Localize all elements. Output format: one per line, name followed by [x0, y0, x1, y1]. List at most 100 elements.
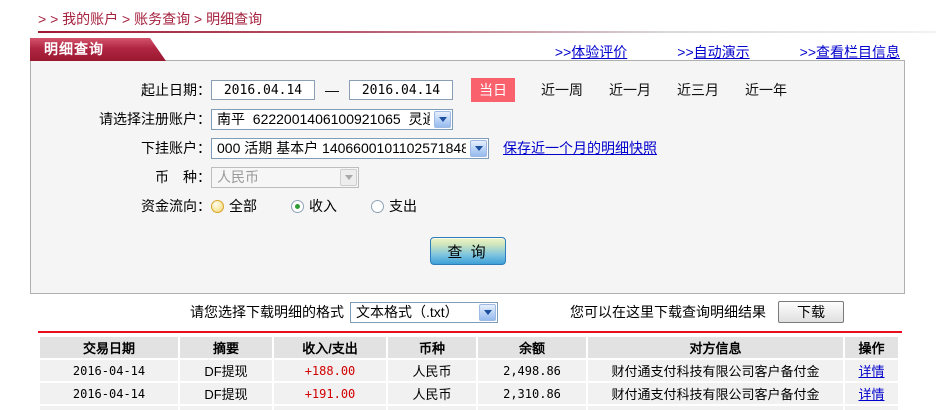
table-row: 2016-04-14 DF提现 +191.00 人民币 2,310.86 财付通支付科技有…: [40, 383, 898, 404]
cell-summary: DF提现: [180, 383, 272, 404]
sub-account-row: 下挂账户： 000 活期 基本户 1406600101102571848 保存近…: [31, 137, 904, 159]
breadcrumb-item-account-query[interactable]: 账务查询: [134, 11, 190, 27]
header-counterparty: 对方信息: [588, 337, 843, 358]
cell-action: 详情: [845, 360, 898, 381]
breadcrumb-item-detail-query: 明细查询: [206, 11, 263, 27]
download-format-label: 请您选择下载明细的格式: [190, 304, 344, 320]
cell-summary: DF提现: [180, 360, 272, 381]
table-row: 2016-04-14DF提现+183.00人民币2,119.86财付通支付科技有…: [40, 406, 898, 410]
cell-date: 2016-04-14: [40, 406, 178, 410]
date-range-label: 起止日期：: [141, 82, 211, 98]
download-hint: 您可以在这里下载查询明细结果: [570, 304, 766, 320]
header-currency: 币种: [388, 337, 476, 358]
column-info-link[interactable]: >>查看栏目信息: [800, 42, 900, 62]
breadcrumb: > > 我的账户 > 账务查询 > 明细查询: [38, 9, 262, 29]
download-format-value: 文本格式（.txt）: [356, 304, 459, 320]
cell-currency: 人民币: [388, 383, 476, 404]
radio-icon: [371, 199, 384, 213]
cell-amount: +191.00: [274, 383, 386, 404]
radio-checked-icon: [291, 199, 304, 213]
flow-radio-expense-label: 支出: [389, 198, 417, 214]
cell-date: 2016-04-14: [40, 360, 178, 381]
page: > > 我的账户 > 账务查询 > 明细查询 明细查询 >>体验评价 >>自动演…: [0, 0, 936, 410]
sub-account-select[interactable]: 000 活期 基本户 1406600101102571848: [211, 137, 489, 159]
header-action: 操作: [845, 337, 898, 358]
date-range-row: 起止日期： — 当日 近一周 近一月 近三月 近一年: [31, 78, 904, 102]
cell-balance: 2,119.86: [478, 406, 586, 410]
currency-value: 人民币: [217, 169, 259, 185]
cell-action: 详情: [845, 383, 898, 404]
currency-label: 币 种：: [155, 169, 211, 185]
query-form-panel: 起止日期： — 当日 近一周 近一月 近三月 近一年 请选择注册账户： 南平 6…: [30, 60, 905, 294]
register-account-select[interactable]: 南平 6222001406100921065 灵通卡: [211, 108, 453, 130]
flow-direction-row: 资金流向： 全部 收入 支出: [31, 195, 904, 217]
top-links: >>体验评价 >>自动演示 >>查看栏目信息: [555, 42, 900, 62]
cell-action: 详情: [845, 406, 898, 410]
breadcrumb-separator: >: [190, 11, 207, 27]
header-amount: 收入/支出: [274, 337, 386, 358]
breadcrumb-separator: >: [118, 11, 135, 27]
range-last-month[interactable]: 近一月: [609, 80, 651, 100]
download-format-select[interactable]: 文本格式（.txt）: [350, 301, 498, 323]
flow-radio-income-label: 收入: [309, 198, 337, 214]
transactions-tbody: 2016-04-14 DF提现 +188.00 人民币 2,498.86 财付通支付科技有…: [40, 360, 898, 410]
date-separator: —: [325, 82, 339, 98]
dropdown-arrow-icon: [340, 168, 357, 186]
double-arrow-icon: >>: [677, 44, 694, 60]
table-row: 2016-04-14 DF提现 +188.00 人民币 2,498.86 财付通支付科技有…: [40, 360, 898, 381]
range-last-week[interactable]: 近一周: [541, 80, 583, 100]
cell-amount: +183.00: [274, 406, 386, 410]
radio-icon: [211, 199, 224, 213]
double-arrow-icon: >>: [799, 44, 816, 60]
register-account-label: 请选择注册账户：: [99, 111, 211, 127]
table-header-row: 交易日期 摘要 收入/支出 币种 余额 对方信息 操作: [40, 337, 898, 358]
cell-balance: 2,310.86: [478, 383, 586, 404]
range-last-quarter[interactable]: 近三月: [677, 80, 719, 100]
cell-counterparty: 财付通支付科技有限公司客户备付金: [588, 360, 843, 381]
dropdown-arrow-icon: [470, 139, 487, 157]
snapshot-link[interactable]: 保存近一个月的明细快照: [503, 138, 657, 158]
cell-date: 2016-04-14: [40, 383, 178, 404]
register-account-value: 南平 6222001406100921065 灵通卡: [217, 111, 430, 127]
flow-radio-expense[interactable]: 支出: [371, 196, 417, 216]
experience-review-link[interactable]: >>体验评价: [555, 42, 627, 62]
range-last-year[interactable]: 近一年: [745, 80, 787, 100]
header-date: 交易日期: [40, 337, 178, 358]
cell-currency: 人民币: [388, 360, 476, 381]
breadcrumb-item-my-account[interactable]: 我的账户: [62, 11, 118, 27]
detail-link[interactable]: 详情: [858, 387, 884, 402]
flow-radio-income[interactable]: 收入: [291, 196, 337, 216]
flow-radio-all-label: 全部: [229, 198, 257, 214]
date-to-input[interactable]: [349, 80, 453, 100]
query-button-row: 查 询: [31, 237, 904, 265]
transactions-table: 交易日期 摘要 收入/支出 币种 余额 对方信息 操作 2016-04-14 DF…: [38, 335, 900, 410]
cell-summary: DF提现: [180, 406, 272, 410]
header-summary: 摘要: [180, 337, 272, 358]
header-balance: 余额: [478, 337, 586, 358]
flow-direction-label: 资金流向：: [141, 198, 211, 214]
flow-radio-all[interactable]: 全部: [211, 196, 257, 216]
currency-select: 人民币: [211, 166, 359, 188]
dropdown-arrow-icon: [434, 110, 451, 128]
double-arrow-icon: >>: [554, 44, 572, 60]
cell-amount: +188.00: [274, 360, 386, 381]
dropdown-arrow-icon: [479, 303, 496, 321]
sub-account-label: 下挂账户：: [141, 140, 211, 156]
auto-demo-link[interactable]: >>自动演示: [677, 42, 749, 62]
cell-balance: 2,498.86: [478, 360, 586, 381]
register-account-row: 请选择注册账户： 南平 6222001406100921065 灵通卡: [31, 108, 904, 130]
detail-link[interactable]: 详情: [858, 364, 884, 379]
cell-counterparty: 财付通支付科技有限公司客户备付金: [588, 383, 843, 404]
download-button[interactable]: 下载: [778, 301, 844, 323]
download-row: 请您选择下载明细的格式 文本格式（.txt） 您可以在这里下载查询明细结果 下载: [30, 301, 906, 323]
cell-currency: 人民币: [388, 406, 476, 410]
panel-tab-title: 明细查询: [30, 38, 166, 61]
currency-row: 币 种： 人民币: [31, 166, 904, 188]
cell-counterparty: 财付通支付科技有限公司客户备付金: [588, 406, 843, 410]
range-today-badge[interactable]: 当日: [471, 78, 515, 102]
query-button[interactable]: 查 询: [429, 237, 506, 265]
date-from-input[interactable]: [211, 80, 315, 100]
breadcrumb-divider: [38, 31, 936, 33]
sub-account-value: 000 活期 基本户 1406600101102571848: [217, 140, 466, 156]
breadcrumb-prefix: > >: [38, 11, 63, 27]
